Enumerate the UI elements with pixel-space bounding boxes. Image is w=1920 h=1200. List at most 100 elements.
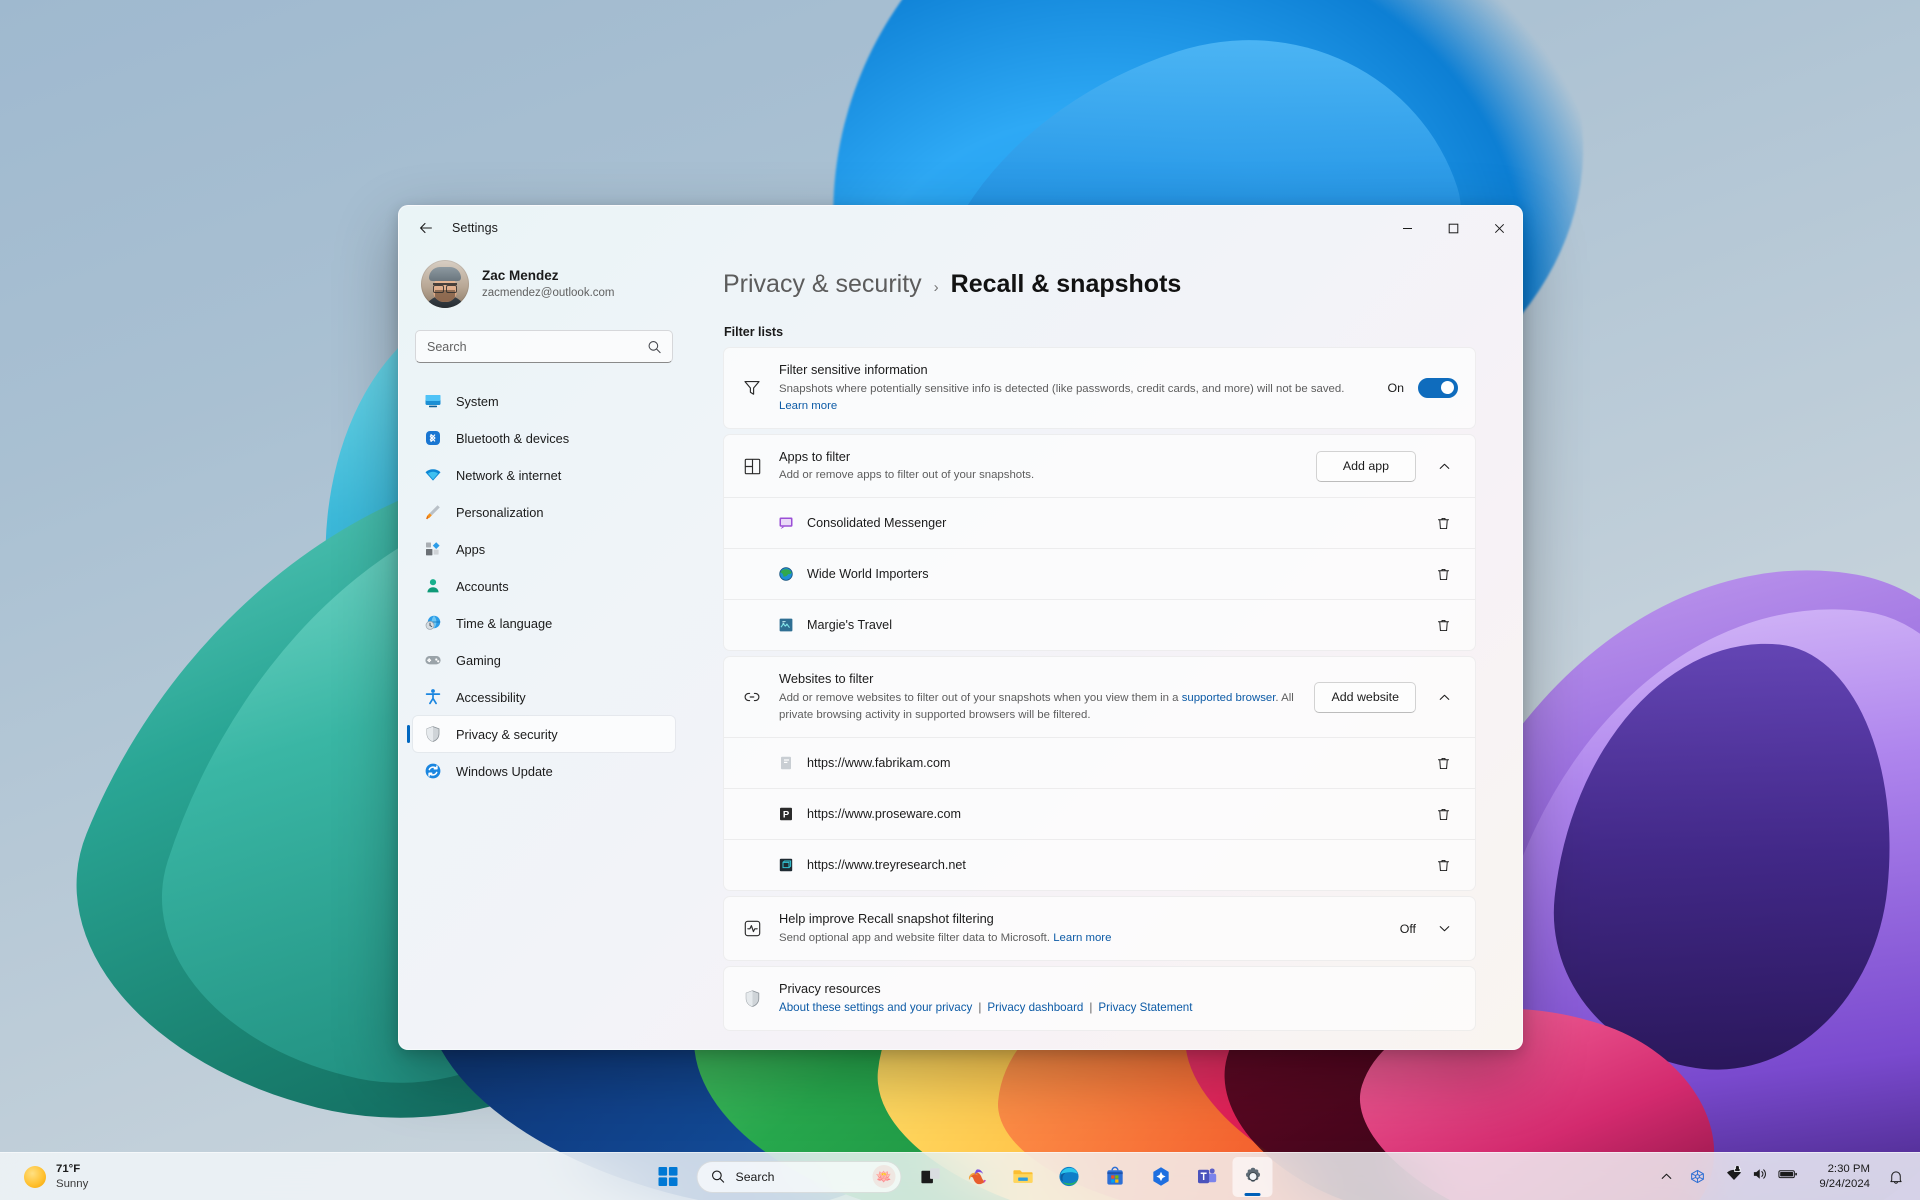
start-button[interactable] [648,1157,688,1197]
update-icon [423,762,442,781]
search-box[interactable] [415,330,673,363]
filter-sensitive-toggle[interactable] [1418,377,1458,398]
sidebar-item-time-language[interactable]: Time & language [413,605,675,641]
delete-button[interactable] [1428,748,1458,778]
quick-settings-button[interactable] [1716,1159,1807,1195]
taskbar-app-copilot[interactable] [957,1157,997,1197]
row-description-text: Send optional app and website filter dat… [779,931,1051,944]
clock[interactable]: 2:30 PM 9/24/2024 [1811,1159,1878,1195]
learn-more-link[interactable]: Learn more [779,400,837,412]
sidebar-item-label: Accounts [456,578,509,594]
bell-icon [1890,1170,1902,1184]
list-item-label: Margie's Travel [807,618,892,633]
about-settings-privacy-link[interactable]: About these settings and your privacy [779,999,972,1016]
row-title: Privacy resources [779,980,881,996]
taskbar-app-microsoft-edge[interactable] [1049,1157,1089,1197]
collapse-apps-chevron-up-icon[interactable] [1430,452,1458,480]
weather-condition: Sunny [56,1177,89,1190]
add-app-button[interactable]: Add app [1316,450,1416,482]
sidebar-item-accounts[interactable]: Accounts [413,568,675,604]
list-item-label: Wide World Importers [807,567,929,582]
account-email: zacmendez@outlook.com [482,287,615,300]
taskbar-app-settings[interactable] [1232,1156,1273,1197]
list-item[interactable]: Consolidated Messenger [724,497,1475,548]
settings-gear-icon [1245,1167,1260,1182]
delete-button[interactable] [1428,610,1458,640]
messenger-app-icon [777,514,795,532]
sidebar-item-windows-update[interactable]: Windows Update [413,753,675,789]
back-button[interactable] [409,213,443,243]
sidebar-item-label: Time & language [456,615,553,631]
sidebar-item-apps[interactable]: Apps [413,531,675,567]
taskbar-app-microsoft-store[interactable] [1095,1157,1135,1197]
taskbar-app-microsoft-teams[interactable] [1187,1157,1227,1197]
person-icon [423,577,442,596]
system-tray: 2:30 PM 9/24/2024 [1654,1153,1920,1200]
wallpaper-shape-indigo [1538,623,1912,1087]
list-item[interactable]: https://www.fabrikam.com [724,737,1475,788]
sidebar-item-personalization[interactable]: Personalization [413,494,675,530]
sidebar-item-privacy-security[interactable]: Privacy & security [407,716,675,752]
row-title: Websites to filter [779,671,874,687]
list-item[interactable]: P https://www.proseware.com [724,788,1475,839]
clock-time: 2:30 PM [1827,1162,1870,1175]
taskbar-app-copilot-pro[interactable] [1141,1157,1181,1197]
wallpaper-shape-purple-2 [1457,566,1920,1200]
row-description-text-1: Add or remove websites to filter out of … [779,691,1179,704]
minimize-button[interactable] [1384,206,1430,250]
taskbar-app-file-explorer[interactable] [1003,1157,1043,1197]
sidebar-item-network-internet[interactable]: Network & internet [413,457,675,493]
gamepad-icon [423,651,442,670]
close-button[interactable] [1476,206,1522,250]
notification-center-button[interactable] [1882,1159,1910,1195]
delete-button[interactable] [1428,559,1458,589]
onedrive-tray-button[interactable] [1683,1159,1712,1195]
collapse-websites-chevron-up-icon[interactable] [1430,683,1458,711]
delete-button[interactable] [1428,850,1458,880]
file-explorer-icon [1012,1170,1033,1183]
supported-browser-link[interactable]: supported browser [1182,692,1276,704]
speaker-icon [1752,1166,1769,1187]
delete-button[interactable] [1428,799,1458,829]
sidebar-item-gaming[interactable]: Gaming [413,642,675,678]
search-input[interactable] [416,331,672,362]
sidebar-item-label: Accessibility [456,689,526,705]
travel-app-icon [777,616,795,634]
card-filter-sensitive-information: Filter sensitive information Snapshots w… [723,347,1476,429]
teams-icon [1197,1168,1216,1184]
chevron-up-icon [1661,1173,1672,1179]
list-item[interactable]: https://www.treyresearch.net [724,839,1475,890]
taskbar-app-task-view[interactable] [911,1157,951,1197]
weather-widget[interactable]: 71°F Sunny [6,1157,102,1197]
task-view-icon [920,1168,940,1184]
expand-help-improve-chevron-down-icon[interactable] [1430,915,1458,943]
copilot-diamond-icon [1152,1167,1169,1186]
arrow-left-icon [420,222,432,234]
link-separator: | [978,1001,982,1015]
list-item[interactable]: Wide World Importers [724,548,1475,599]
app-grid-icon [741,455,763,477]
sidebar-item-label: Personalization [456,504,544,520]
sidebar-item-system[interactable]: System [413,383,675,419]
tray-overflow-button[interactable] [1654,1159,1679,1195]
account-tile[interactable]: Zac Mendez zacmendez@outlook.com [413,254,675,314]
taskbar-search[interactable]: Search 🪷 [696,1160,902,1193]
paintbrush-icon [423,503,442,522]
minimize-icon [1402,227,1412,229]
sidebar-item-label: Privacy & security [456,726,558,742]
row-description: Send optional app and website filter dat… [779,930,1384,947]
list-item[interactable]: Margie's Travel [724,599,1475,650]
breadcrumb-parent[interactable]: Privacy & security [723,270,922,299]
sidebar-nav: System Bluetooth & devices Network & int… [407,383,675,789]
privacy-dashboard-link[interactable]: Privacy dashboard [987,999,1083,1016]
learn-more-link[interactable]: Learn more [1053,932,1111,944]
delete-button[interactable] [1428,508,1458,538]
sidebar-item-accessibility[interactable]: Accessibility [413,679,675,715]
weather-temperature: 71°F [56,1163,81,1176]
maximize-button[interactable] [1430,206,1476,250]
desktop: Settings Zac Mendez zacmendez@outlook.co… [0,0,1920,1200]
sidebar-item-label: Bluetooth & devices [456,430,570,446]
sidebar-item-bluetooth-devices[interactable]: Bluetooth & devices [413,420,675,456]
add-website-button[interactable]: Add website [1314,681,1416,713]
privacy-statement-link[interactable]: Privacy Statement [1098,999,1192,1016]
